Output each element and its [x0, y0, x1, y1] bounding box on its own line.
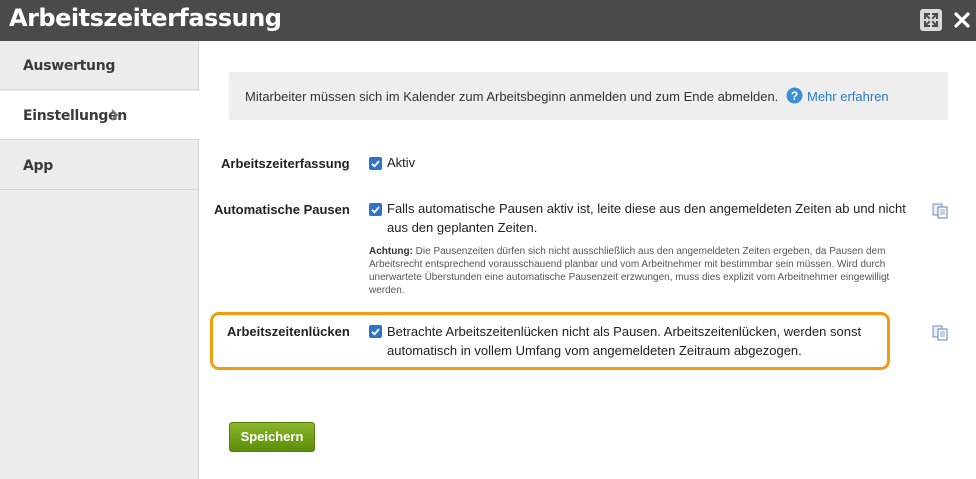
checkbox-aktiv[interactable] — [369, 157, 382, 170]
luecken-description-line: automatisch in vollem Umfang vom angemel… — [387, 343, 802, 358]
warning-line: Arbeitsrecht entsprechend vorausschauend… — [369, 259, 886, 270]
warning-line: werden. — [369, 285, 405, 296]
save-button[interactable]: Speichern — [229, 422, 315, 452]
sidebar-item-app[interactable]: App — [0, 141, 198, 190]
pausen-description: Falls automatische Pausen aktiv ist, lei… — [387, 199, 927, 237]
sidebar-item-label: Auswertung — [23, 58, 116, 74]
copy-icon[interactable] — [932, 325, 948, 341]
luecken-description: Betrachte Arbeitszeitenlücken nicht als … — [387, 322, 882, 360]
info-text: Mitarbeiter müssen sich im Kalender zum … — [245, 89, 779, 104]
checkbox-aktiv-label: Aktiv — [387, 155, 416, 170]
close-button[interactable] — [951, 9, 973, 31]
checkbox-arbeitszeitenluecken[interactable] — [369, 325, 382, 338]
label-automatische-pausen: Automatische Pausen — [214, 202, 350, 217]
learn-more-link[interactable]: Mehr erfahren — [807, 89, 889, 104]
label-arbeitszeiterfassung: Arbeitszeiterfassung — [221, 156, 350, 171]
chevron-right-icon — [111, 109, 119, 121]
checkbox-automatische-pausen[interactable] — [369, 203, 382, 216]
checkmark-icon — [371, 206, 380, 214]
checkmark-icon — [371, 160, 380, 168]
warning-line: Die Pausenzeiten dürfen sich nicht aussc… — [415, 246, 886, 257]
sidebar: Auswertung Einstellungen App — [0, 41, 199, 479]
sidebar-item-einstellungen[interactable]: Einstellungen — [0, 91, 199, 140]
window-title: Arbeitszeiterfassung — [9, 4, 282, 32]
pausen-description-line: aus den geplanten Zeiten. — [387, 220, 538, 235]
sidebar-item-auswertung[interactable]: Auswertung — [0, 41, 198, 90]
checkmark-icon — [371, 328, 380, 336]
pausen-warning: Achtung: Die Pausenzeiten dürfen sich ni… — [369, 245, 939, 297]
help-icon[interactable]: ? — [786, 87, 803, 104]
close-icon — [954, 12, 970, 28]
sidebar-item-label: App — [23, 158, 53, 174]
expand-icon — [923, 12, 939, 28]
svg-text:?: ? — [791, 89, 798, 103]
warning-title: Achtung: — [369, 246, 413, 257]
luecken-description-line: Betrachte Arbeitszeitenlücken nicht als … — [387, 324, 862, 339]
copy-icon[interactable] — [932, 203, 948, 219]
label-arbeitszeitenluecken: Arbeitszeitenlücken — [227, 324, 350, 339]
expand-button[interactable] — [920, 9, 942, 31]
pausen-description-line: Falls automatische Pausen aktiv ist, lei… — [387, 201, 906, 216]
window-titlebar: Arbeitszeiterfassung — [0, 0, 976, 41]
warning-line: unerwartete Überstunden eine automatisch… — [369, 272, 890, 283]
info-box: Mitarbeiter müssen sich im Kalender zum … — [229, 72, 948, 120]
